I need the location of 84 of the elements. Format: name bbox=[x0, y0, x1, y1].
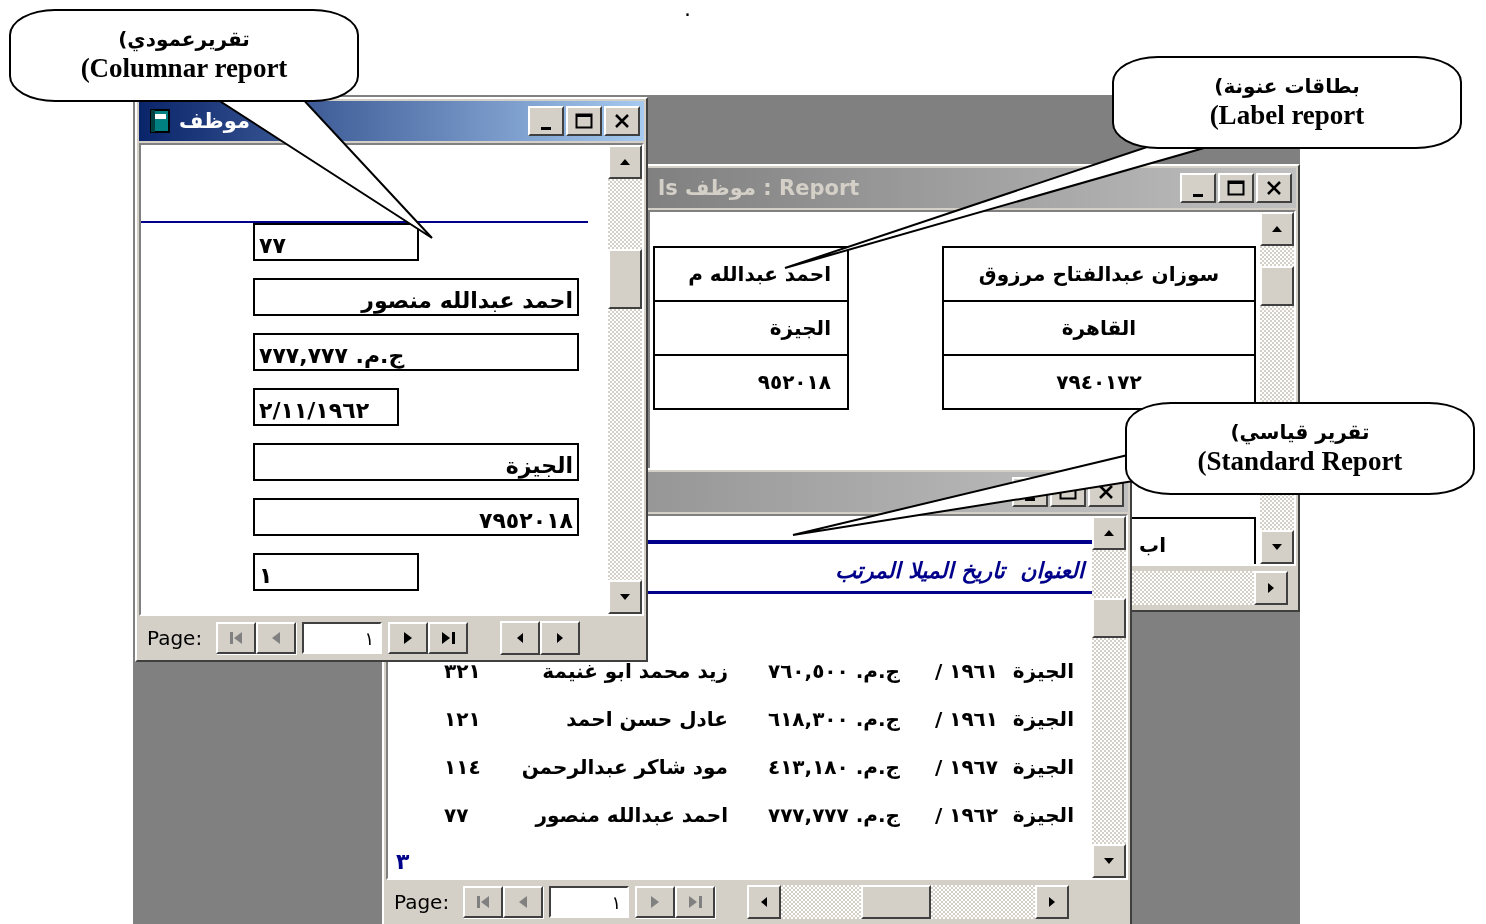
scroll-thumb[interactable] bbox=[1260, 266, 1294, 306]
report-field: ٧٧ bbox=[253, 223, 419, 261]
skip-end-icon bbox=[440, 630, 457, 646]
window-title: ls موظف : Report bbox=[658, 176, 860, 200]
report-field: احمد عبدالله منصور bbox=[253, 278, 579, 316]
horizontal-scrollbar[interactable] bbox=[747, 885, 1070, 919]
table-cell-text: ١٢١ bbox=[444, 706, 482, 733]
scroll-right-button[interactable] bbox=[540, 621, 581, 655]
vertical-scrollbar[interactable] bbox=[1092, 516, 1126, 878]
minimize-icon bbox=[1193, 193, 1203, 197]
close-icon bbox=[1266, 180, 1282, 196]
table-cell-text: ٧٧ bbox=[444, 802, 470, 829]
page-number-field[interactable]: ١ bbox=[302, 622, 383, 654]
book-icon bbox=[149, 109, 171, 133]
table-cell-text: الجيزة bbox=[1011, 658, 1074, 685]
callout-english-text: (Standard Report bbox=[1197, 446, 1403, 477]
scroll-right-button[interactable] bbox=[1035, 885, 1070, 919]
scroll-down-button[interactable] bbox=[1092, 844, 1126, 878]
report-field: الجيزة bbox=[253, 443, 579, 481]
table-cell-text: ٣٢١ bbox=[444, 658, 482, 685]
callout-arabic-text: (تقريرعمودي bbox=[118, 27, 250, 51]
report-field: ٧٩٥٢٠١٨ bbox=[253, 498, 579, 536]
table-cell-text: ١١٤ bbox=[444, 754, 482, 781]
table-cell-text: ١٩٦٧ / bbox=[933, 754, 998, 781]
window-title: موظف bbox=[179, 109, 250, 133]
table-cell-text: مود شاكر عبدالرحمن bbox=[520, 754, 728, 781]
callout-arabic-text: (بطاقات عنونة bbox=[1214, 74, 1360, 98]
scroll-up-button[interactable] bbox=[608, 145, 642, 179]
callout-english-text: (Label report bbox=[1209, 100, 1365, 131]
scroll-down-button[interactable] bbox=[608, 580, 642, 614]
label-line: القاهرة bbox=[944, 302, 1254, 356]
label-line: سوزان عبدالفتاح مرزوق bbox=[944, 248, 1254, 302]
minimize-button[interactable] bbox=[528, 106, 564, 136]
scroll-thumb[interactable] bbox=[1092, 598, 1126, 638]
table-cell-text: ج.م. ٤١٣,١٨٠ bbox=[766, 754, 900, 781]
period-mark: . bbox=[684, 0, 691, 21]
callout-english-text: (Columnar report bbox=[80, 53, 288, 84]
scroll-thumb[interactable] bbox=[861, 885, 932, 919]
table-cell-text: ١٩٦١ / bbox=[933, 658, 998, 685]
page-label: Page: bbox=[147, 626, 203, 650]
table-cell-text: الجيزة bbox=[1011, 706, 1074, 733]
table-cell-text: ١٩٦٢ / bbox=[933, 802, 998, 829]
skip-end-icon bbox=[687, 894, 704, 910]
skip-start-icon bbox=[475, 894, 492, 910]
table-cell-text: الجيزة bbox=[1011, 802, 1074, 829]
close-icon bbox=[1098, 484, 1114, 500]
close-icon bbox=[614, 113, 630, 129]
next-page-button[interactable] bbox=[388, 622, 429, 654]
scroll-left-button[interactable] bbox=[500, 621, 541, 655]
page-label: Page: bbox=[394, 890, 450, 914]
minimize-button[interactable] bbox=[1180, 173, 1216, 203]
scroll-thumb[interactable] bbox=[608, 249, 642, 309]
maximize-icon bbox=[1227, 180, 1245, 196]
table-cell-text: احمد عبدالله منصور bbox=[533, 802, 728, 829]
page-footer-number: ٣ bbox=[396, 849, 410, 874]
label-line: الجيزة bbox=[655, 302, 847, 356]
last-page-button[interactable] bbox=[428, 622, 469, 654]
close-button[interactable] bbox=[604, 106, 640, 136]
report-field: ١ bbox=[253, 553, 419, 591]
table-cell-text: عادل حسن احمد bbox=[565, 706, 728, 733]
scroll-down-button[interactable] bbox=[1260, 530, 1294, 564]
report-field: ج.م. ٧٧٧,٧٧٧ bbox=[253, 333, 579, 371]
scroll-left-button[interactable] bbox=[747, 885, 782, 919]
label-line: ٩٥٢٠١٨ bbox=[655, 356, 847, 410]
table-cell-text: زيد محمد ابو غنيمة bbox=[541, 658, 728, 685]
vertical-scrollbar[interactable] bbox=[608, 145, 642, 614]
horizontal-scrollbar[interactable] bbox=[500, 621, 581, 655]
scroll-up-button[interactable] bbox=[1092, 516, 1126, 550]
maximize-button[interactable] bbox=[566, 106, 602, 136]
callout-arabic-text: (تقرير قياسي bbox=[1230, 420, 1370, 444]
report-field: ٢/١١/١٩٦٢ bbox=[253, 388, 399, 426]
table-cell-text: ج.م. ٧٦٠,٥٠٠ bbox=[766, 658, 900, 685]
page-number-field[interactable]: ١ bbox=[549, 886, 630, 918]
table-cell-text: ١٩٦١ / bbox=[933, 706, 998, 733]
maximize-button[interactable] bbox=[1218, 173, 1254, 203]
skip-start-icon bbox=[228, 630, 245, 646]
scroll-right-button[interactable] bbox=[1254, 571, 1288, 605]
close-button[interactable] bbox=[1256, 173, 1292, 203]
table-cell-text: ج.م. ٧٧٧,٧٧٧ bbox=[766, 802, 900, 829]
table-cell-text: الجيزة bbox=[1011, 754, 1074, 781]
minimize-icon bbox=[541, 126, 551, 130]
maximize-icon bbox=[575, 113, 593, 129]
table-cell-text: ج.م. ٦١٨,٣٠٠ bbox=[766, 706, 900, 733]
scroll-up-button[interactable] bbox=[1260, 212, 1294, 246]
